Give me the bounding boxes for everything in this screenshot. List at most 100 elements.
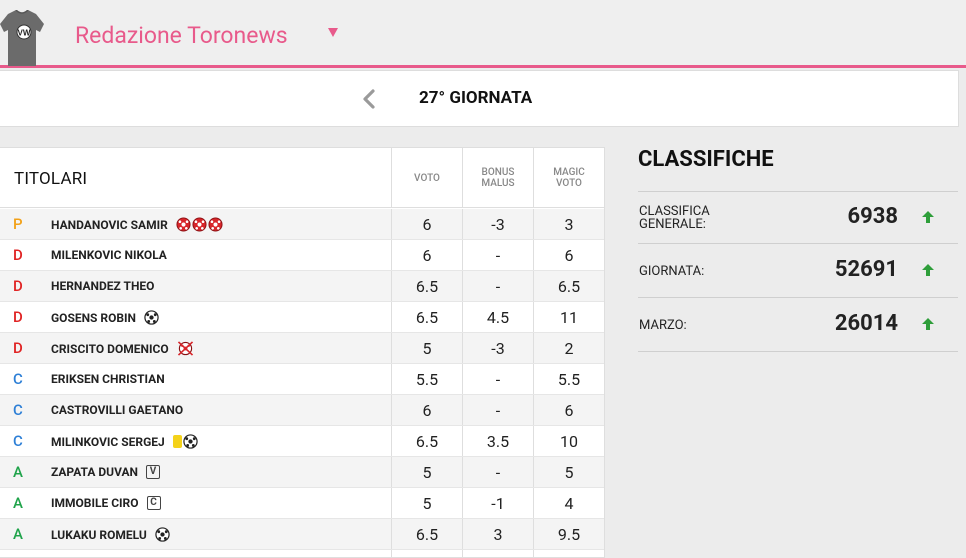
- giornata-label: GIORNATA:: [639, 264, 705, 279]
- player-name: LUKAKU ROMELU: [51, 527, 170, 542]
- goal-conceded-icon: [208, 217, 223, 232]
- magic-voto-cell: 6: [533, 395, 604, 425]
- marzo-row: MARZO: 26014: [638, 299, 958, 352]
- bonus-malus-column-header: BONUS MALUS: [462, 148, 533, 208]
- events-icons: [172, 434, 198, 449]
- classifica-generale-value: 6938: [847, 204, 899, 229]
- bonus-cell: 3: [462, 519, 533, 549]
- magic-voto-cell: 2: [533, 333, 604, 363]
- up-arrow-icon: [922, 264, 934, 276]
- up-arrow-icon: [922, 211, 934, 223]
- voto-cell: 6: [391, 209, 462, 239]
- role-label: D: [13, 277, 23, 295]
- voto-cell: 6: [391, 240, 462, 270]
- table-row[interactable]: A ZAPATA DUVAN V 5 - 5: [0, 457, 604, 488]
- voto-cell: 5: [391, 333, 462, 363]
- role-label: C: [13, 432, 23, 450]
- voto-cell: 6.5: [391, 519, 462, 549]
- bonus-cell: [462, 550, 533, 558]
- team-header: VW Redazione Toronews: [0, 0, 966, 68]
- bonus-malus-header-label: BONUS MALUS: [481, 167, 515, 189]
- bonus-cell: 4.5: [462, 302, 533, 332]
- bonus-cell: -3: [462, 333, 533, 363]
- table-row[interactable]: C MILINKOVIC SERGEJ 6.5 3.5 10: [0, 426, 604, 457]
- bonus-cell: -: [462, 271, 533, 301]
- voto-cell: [391, 550, 462, 558]
- vice-captain-icon: V: [146, 465, 161, 479]
- goal-scored-icon: [183, 434, 198, 449]
- magic-voto-cell: 9.5: [533, 519, 604, 549]
- giornata-row: GIORNATA: 52691: [638, 245, 958, 298]
- role-label: A: [13, 463, 23, 481]
- bonus-cell: 3.5: [462, 426, 533, 456]
- player-name: ZAPATA DUVAN V: [51, 465, 161, 479]
- magic-voto-cell: 5: [533, 457, 604, 487]
- voto-cell: 6.5: [391, 302, 462, 332]
- bonus-cell: -: [462, 395, 533, 425]
- table-row[interactable]: D HERNANDEZ THEO 6.5 - 6.5: [0, 271, 604, 302]
- player-name: IMMOBILE CIRO C: [51, 496, 161, 510]
- yellow-card-icon: [172, 435, 182, 448]
- bonus-cell: -1: [462, 488, 533, 518]
- voto-header-label: VOTO: [414, 172, 440, 184]
- player-name: HERNANDEZ THEO: [51, 279, 155, 293]
- classifiche-title: CLASSIFICHE: [638, 147, 774, 172]
- role-label: A: [13, 525, 23, 543]
- magic-voto-header-label: MAGIC VOTO: [553, 167, 585, 189]
- table-row[interactable]: [0, 550, 604, 558]
- goals-conceded-icons: [176, 217, 223, 232]
- table-row[interactable]: C CASTROVILLI GAETANO 6 - 6: [0, 395, 604, 426]
- voto-cell: 6.5: [391, 271, 462, 301]
- table-row[interactable]: A LUKAKU ROMELU 6.5 3 9.5: [0, 519, 604, 550]
- bonus-cell: -3: [462, 209, 533, 239]
- role-label: A: [13, 494, 23, 512]
- table-row[interactable]: D CRISCITO DOMENICO 5 -3 2: [0, 333, 604, 364]
- table-row[interactable]: D MILENKOVIC NIKOLA 6 - 6: [0, 240, 604, 271]
- voto-column-header: VOTO: [391, 148, 462, 208]
- player-name: HANDANOVIC SAMIR: [51, 217, 223, 232]
- magic-voto-cell: 5.5: [533, 364, 604, 394]
- role-label: C: [13, 401, 23, 419]
- classifica-generale-row: CLASSIFICA GENERALE: 6938: [638, 191, 958, 244]
- player-name: ERIKSEN CHRISTIAN: [51, 372, 165, 386]
- titolari-heading: TITOLARI: [14, 169, 88, 189]
- voto-cell: 6: [391, 395, 462, 425]
- voto-cell: 5: [391, 457, 462, 487]
- voto-cell: 5.5: [391, 364, 462, 394]
- captain-icon: C: [146, 496, 161, 510]
- jersey-icon: VW: [0, 10, 44, 66]
- table-row[interactable]: P HANDANOVIC SAMIR 6 -3 3: [0, 209, 604, 240]
- goal-conceded-icon: [176, 217, 191, 232]
- role-label: P: [13, 215, 23, 233]
- table-row[interactable]: C ERIKSEN CHRISTIAN 5.5 - 5.5: [0, 364, 604, 395]
- goal-scored-icon: [144, 310, 159, 325]
- role-label: D: [13, 308, 23, 326]
- up-arrow-icon: [922, 318, 934, 330]
- giornata-value: 52691: [834, 257, 898, 282]
- svg-text:VW: VW: [18, 29, 31, 38]
- voto-cell: 6.5: [391, 426, 462, 456]
- chevron-left-icon[interactable]: [362, 89, 376, 109]
- round-navigator: 27° GIORNATA: [0, 70, 959, 127]
- player-name: CASTROVILLI GAETANO: [51, 403, 184, 417]
- lineup-table: TITOLARI VOTO BONUS MALUS MAGIC VOTO P HAN…: [0, 147, 605, 558]
- role-label: D: [13, 246, 23, 264]
- goal-conceded-icon: [192, 217, 207, 232]
- classifica-generale-label: CLASSIFICA GENERALE:: [639, 204, 710, 232]
- table-row[interactable]: A IMMOBILE CIRO C 5 -1 4: [0, 488, 604, 519]
- bonus-cell: -: [462, 364, 533, 394]
- team-dropdown-caret-icon[interactable]: [328, 28, 338, 37]
- magic-voto-column-header: MAGIC VOTO: [533, 148, 604, 208]
- player-name: MILINKOVIC SERGEJ: [51, 434, 198, 449]
- missed-penalty-icon: [177, 341, 193, 356]
- role-label: D: [13, 339, 23, 357]
- magic-voto-cell: 11: [533, 302, 604, 332]
- voto-cell: 5: [391, 488, 462, 518]
- marzo-label: MARZO:: [639, 318, 687, 333]
- player-name: CRISCITO DOMENICO: [51, 341, 194, 356]
- magic-voto-cell: 10: [533, 426, 604, 456]
- table-row[interactable]: D GOSENS ROBIN 6.5 4.5 11: [0, 302, 604, 333]
- magic-voto-cell: [533, 550, 604, 558]
- team-name[interactable]: Redazione Toronews: [75, 22, 288, 49]
- round-title: 27° GIORNATA: [419, 88, 533, 108]
